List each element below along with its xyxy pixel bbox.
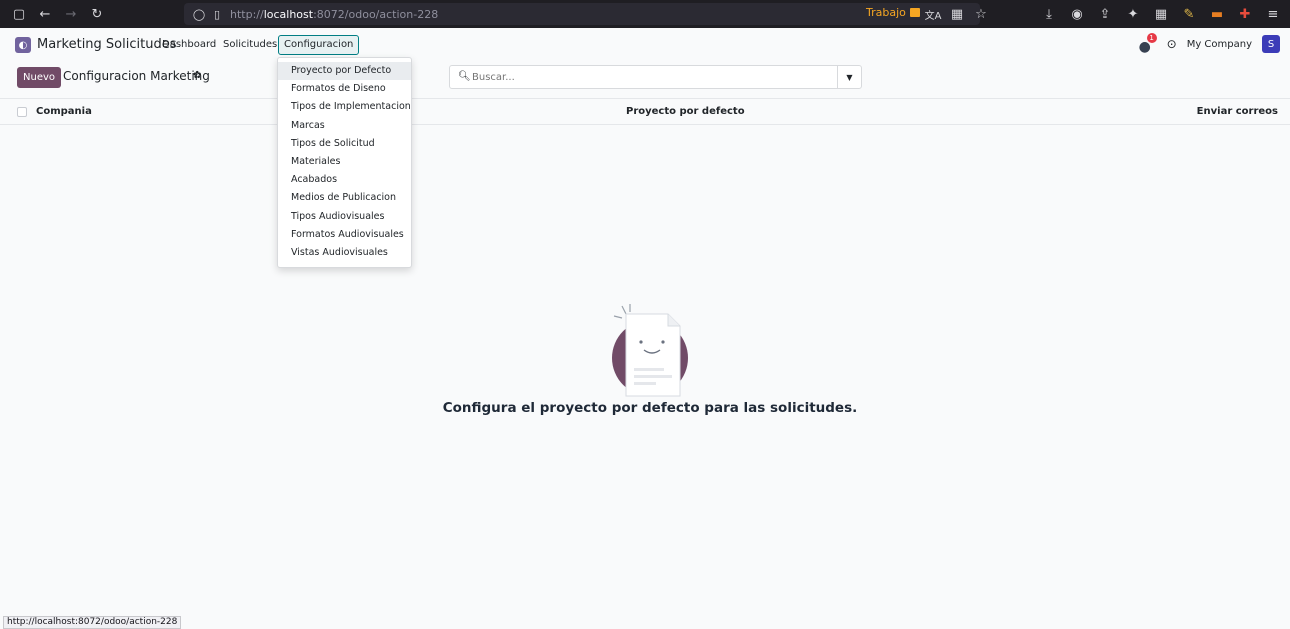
dropdown-item-formatos-de-diseno[interactable]: Formatos de Diseno bbox=[278, 80, 411, 98]
apps-icon[interactable]: ▦ bbox=[1150, 3, 1172, 25]
empty-document-illustration bbox=[612, 304, 688, 397]
red-extension-icon[interactable]: ✚ bbox=[1234, 3, 1256, 25]
extension-icon[interactable]: ✦ bbox=[1122, 3, 1144, 25]
app-logo-icon[interactable]: ◐ bbox=[15, 37, 31, 53]
column-compania[interactable]: Compania bbox=[36, 106, 92, 117]
messaging-button[interactable]: ● 1 bbox=[1139, 33, 1157, 55]
pencil-extension-icon[interactable]: ✎ bbox=[1178, 3, 1200, 25]
page-title: Configuracion Marketing bbox=[63, 69, 210, 83]
menu-solicitudes[interactable]: Solicitudes bbox=[223, 39, 277, 50]
clock-icon[interactable]: ⊙ bbox=[1167, 37, 1177, 51]
dropdown-item-proyecto-por-defecto[interactable]: Proyecto por Defecto bbox=[278, 62, 411, 81]
dropdown-item-tipos-de-solicitud[interactable]: Tipos de Solicitud bbox=[278, 135, 411, 153]
search-options-toggle[interactable]: ▼ bbox=[837, 66, 861, 88]
dropdown-item-materiales[interactable]: Materiales bbox=[278, 153, 411, 171]
dropdown-item-acabados[interactable]: Acabados bbox=[278, 171, 411, 189]
address-bar[interactable]: ◯ ▯ http://localhost:8072/odoo/action-22… bbox=[184, 3, 980, 25]
menu-configuracion[interactable]: Configuracion bbox=[278, 35, 360, 55]
container-indicator[interactable]: Trabajo bbox=[866, 6, 920, 19]
translate-icon[interactable]: 文A bbox=[922, 3, 944, 25]
orange-extension-icon[interactable]: ▬ bbox=[1206, 3, 1228, 25]
browser-toolbar: ▢ ← → ↻ ◯ ▯ http://localhost:8072/odoo/a… bbox=[0, 0, 1290, 28]
illustration-page-fold bbox=[667, 314, 680, 327]
grid-icon[interactable]: ▦ bbox=[946, 3, 968, 25]
dropdown-item-marcas[interactable]: Marcas bbox=[278, 117, 411, 135]
chat-count-badge: 1 bbox=[1146, 33, 1157, 43]
app-navbar: ◐ Marketing Solicitudes Dashboard Solici… bbox=[0, 28, 1290, 62]
configuracion-dropdown: Proyecto por Defecto Formatos de Diseno … bbox=[277, 57, 412, 268]
shield-icon[interactable]: ◯ bbox=[190, 3, 208, 25]
column-enviar-correos[interactable]: Enviar correos bbox=[1197, 106, 1278, 117]
search-icon: 🔍︎ bbox=[458, 71, 471, 82]
status-bar-url: http://localhost:8072/odoo/action-228 bbox=[3, 616, 182, 629]
column-proyecto-por-defecto[interactable]: Proyecto por defecto bbox=[626, 106, 745, 117]
back-arrow-icon[interactable]: ← bbox=[34, 3, 56, 25]
download-icon[interactable]: ⤓ bbox=[1038, 3, 1060, 25]
dropdown-item-tipos-audiovisuales[interactable]: Tipos Audiovisuales bbox=[278, 208, 411, 226]
sidebar-toggle-icon[interactable]: ▢ bbox=[8, 3, 30, 25]
illustration-eye-left bbox=[639, 340, 643, 344]
caret-down-icon: ▼ bbox=[846, 72, 853, 82]
illustration-eye-right bbox=[661, 340, 665, 344]
gear-icon[interactable]: ✿ bbox=[193, 70, 201, 81]
dropdown-item-formatos-audiovisuales[interactable]: Formatos Audiovisuales bbox=[278, 226, 411, 244]
url-bar-actions: 文A ▦ ☆ bbox=[922, 3, 992, 25]
new-button[interactable]: Nuevo bbox=[17, 67, 62, 88]
briefcase-icon bbox=[909, 8, 920, 17]
search-input[interactable] bbox=[472, 69, 822, 85]
list-header: Compania Proyecto por defecto Enviar cor… bbox=[0, 98, 1290, 125]
systray: ● 1 ⊙ My Company S bbox=[1139, 33, 1280, 55]
dropdown-item-medios-de-publicacion[interactable]: Medios de Publicacion bbox=[278, 189, 411, 207]
dropdown-item-tipos-de-implementacion[interactable]: Tipos de Implementacion bbox=[278, 98, 411, 116]
menu-icon[interactable]: ≡ bbox=[1262, 3, 1284, 25]
dropdown-item-vistas-audiovisuales[interactable]: Vistas Audiovisuales bbox=[278, 244, 411, 262]
forward-arrow-icon[interactable]: → bbox=[60, 3, 82, 25]
search-bar: 🔍︎ ▼ bbox=[449, 65, 862, 89]
select-all-checkbox[interactable] bbox=[17, 107, 27, 117]
container-label: Trabajo bbox=[866, 6, 906, 19]
account-icon[interactable]: ◉ bbox=[1066, 3, 1088, 25]
menu-dashboard[interactable]: Dashboard bbox=[162, 39, 216, 50]
page-icon[interactable]: ▯ bbox=[208, 3, 226, 25]
company-switcher[interactable]: My Company bbox=[1187, 39, 1252, 50]
browser-nav-group: ▢ ← → ↻ bbox=[8, 3, 108, 25]
url-text: http://localhost:8072/odoo/action-228 bbox=[230, 7, 439, 21]
bookmark-star-icon[interactable]: ☆ bbox=[970, 3, 992, 25]
share-icon[interactable]: ⇪ bbox=[1094, 3, 1116, 25]
extension-icons: ⤓ ◉ ⇪ ✦ ▦ ✎ ▬ ✚ ≡ bbox=[1038, 3, 1284, 25]
user-avatar[interactable]: S bbox=[1262, 35, 1280, 53]
reload-icon[interactable]: ↻ bbox=[86, 3, 108, 25]
app-name[interactable]: Marketing Solicitudes bbox=[37, 37, 176, 52]
empty-state-message: Configura el proyecto por defecto para l… bbox=[442, 400, 858, 416]
